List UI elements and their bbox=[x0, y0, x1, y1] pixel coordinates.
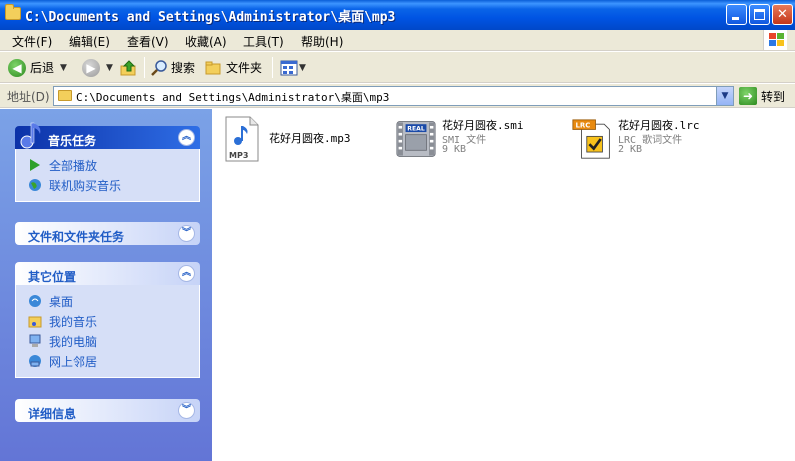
expand-chevron-icon[interactable]: ︾ bbox=[178, 225, 195, 242]
address-value: C:\Documents and Settings\Administrator\… bbox=[76, 91, 390, 104]
title-bar[interactable]: C:\Documents and Settings\Administrator\… bbox=[0, 0, 795, 30]
file-list-area[interactable]: MP3 花好月圆夜.mp3 REAL 花好月圆夜.smi SMI 文件 9 KB… bbox=[212, 109, 795, 461]
svg-text:REAL: REAL bbox=[407, 126, 425, 133]
music-tasks-panel: 音乐任务 ︽ 全部播放 联机购买音乐 bbox=[15, 122, 200, 202]
buy-music-online-label: 联机购买音乐 bbox=[49, 178, 122, 193]
collapse-chevron-icon[interactable]: ︽ bbox=[178, 129, 195, 146]
forward-arrow-icon: ▶ bbox=[82, 58, 100, 77]
menu-favorites[interactable]: 收藏(A) bbox=[185, 33, 227, 50]
menu-edit[interactable]: 编辑(E) bbox=[69, 33, 110, 50]
task-pane: 音乐任务 ︽ 全部播放 联机购买音乐 文件和文件夹任务 ︾ 其它位置 ︽ 桌面 … bbox=[0, 109, 212, 461]
file-item-mp3[interactable]: MP3 花好月圆夜.mp3 bbox=[223, 114, 383, 166]
my-music-label: 我的音乐 bbox=[49, 314, 98, 329]
address-label: 地址(D) bbox=[7, 90, 50, 104]
file-item-smi[interactable]: REAL 花好月圆夜.smi SMI 文件 9 KB bbox=[396, 114, 571, 166]
back-arrow-icon: ◀ bbox=[8, 58, 26, 77]
collapse-chevron-icon[interactable]: ︽ bbox=[178, 265, 195, 282]
minimize-button[interactable] bbox=[726, 4, 747, 25]
lrc-file-icon: LRC bbox=[572, 119, 610, 159]
back-button[interactable]: ◀ 后退 ▼ bbox=[8, 56, 67, 79]
folders-label: 文件夹 bbox=[226, 61, 263, 75]
other-places-panel: 其它位置 ︽ 桌面 我的音乐 我的电脑 网上邻居 bbox=[15, 262, 200, 378]
file-name: 花好月圆夜.mp3 bbox=[269, 132, 351, 145]
desktop-label: 桌面 bbox=[49, 294, 74, 309]
folders-icon bbox=[205, 61, 221, 74]
toolbar: ◀ 后退 ▼ ▶ ▼ 搜索 文件夹 ▼ bbox=[0, 52, 795, 83]
folder-icon bbox=[5, 4, 21, 20]
mp3-file-icon: MP3 bbox=[225, 116, 259, 162]
music-tasks-body: 全部播放 联机购买音乐 bbox=[15, 149, 200, 202]
menu-bar: 文件(F) 编辑(E) 查看(V) 收藏(A) 工具(T) 帮助(H) bbox=[0, 30, 795, 51]
menu-file[interactable]: 文件(F) bbox=[12, 33, 52, 50]
up-folder-button[interactable] bbox=[120, 56, 138, 79]
network-icon bbox=[27, 353, 43, 369]
network-places-link[interactable]: 网上邻居 bbox=[27, 351, 199, 371]
menu-tools[interactable]: 工具(T) bbox=[243, 33, 284, 50]
go-arrow-icon: ➜ bbox=[739, 87, 757, 105]
forward-button[interactable]: ▶ ▼ bbox=[82, 56, 113, 79]
svg-text:LRC: LRC bbox=[575, 122, 590, 130]
views-icon bbox=[280, 60, 298, 75]
close-button[interactable]: ✕ bbox=[772, 4, 793, 25]
folders-button[interactable]: 文件夹 bbox=[205, 56, 262, 79]
file-folder-tasks-panel: 文件和文件夹任务 ︾ bbox=[15, 222, 200, 245]
svg-text:MP3: MP3 bbox=[229, 151, 248, 160]
details-title: 详细信息 bbox=[28, 407, 77, 421]
file-folder-tasks-title: 文件和文件夹任务 bbox=[28, 230, 125, 244]
windows-logo-icon bbox=[763, 30, 787, 50]
real-smi-file-icon: REAL bbox=[396, 121, 436, 157]
details-header[interactable]: 详细信息 ︾ bbox=[15, 399, 200, 422]
search-button[interactable]: 搜索 bbox=[150, 56, 195, 79]
menu-view[interactable]: 查看(V) bbox=[127, 33, 169, 50]
other-places-title: 其它位置 bbox=[28, 270, 77, 284]
desktop-link[interactable]: 桌面 bbox=[27, 291, 199, 311]
maximize-icon bbox=[754, 9, 765, 20]
views-button[interactable]: ▼ bbox=[280, 56, 306, 79]
my-music-link[interactable]: 我的音乐 bbox=[27, 311, 199, 331]
other-places-body: 桌面 我的音乐 我的电脑 网上邻居 bbox=[15, 285, 200, 378]
folder-icon bbox=[58, 90, 72, 101]
minimize-icon bbox=[732, 17, 739, 20]
toolbar-separator bbox=[272, 57, 273, 78]
file-size: 9 KB bbox=[442, 144, 467, 155]
menu-help[interactable]: 帮助(H) bbox=[301, 33, 343, 50]
play-all-link[interactable]: 全部播放 bbox=[27, 155, 199, 175]
up-folder-icon bbox=[120, 59, 136, 75]
go-button[interactable]: ➜ 转到 bbox=[739, 87, 785, 105]
maximize-button[interactable] bbox=[749, 4, 770, 25]
go-label: 转到 bbox=[761, 89, 786, 104]
other-places-header[interactable]: 其它位置 ︽ bbox=[15, 262, 200, 285]
address-bar: 地址(D) C:\Documents and Settings\Administ… bbox=[0, 84, 795, 108]
play-all-label: 全部播放 bbox=[49, 158, 98, 173]
expand-chevron-icon[interactable]: ︾ bbox=[178, 402, 195, 419]
window-title: C:\Documents and Settings\Administrator\… bbox=[25, 10, 396, 25]
buy-music-online-link[interactable]: 联机购买音乐 bbox=[27, 175, 199, 195]
computer-icon bbox=[27, 333, 43, 349]
back-label: 后退 bbox=[30, 61, 55, 75]
dropdown-arrow-icon: ▼ bbox=[299, 62, 306, 73]
search-label: 搜索 bbox=[171, 61, 196, 75]
file-item-lrc[interactable]: LRC 花好月圆夜.lrc LRC 歌词文件 2 KB bbox=[572, 114, 762, 166]
play-icon bbox=[27, 157, 43, 173]
dropdown-arrow-icon[interactable]: ▼ bbox=[60, 63, 67, 73]
my-music-icon bbox=[27, 313, 43, 329]
address-dropdown-icon[interactable]: ▼ bbox=[716, 87, 733, 105]
music-tasks-title: 音乐任务 bbox=[48, 134, 97, 148]
file-folder-tasks-header[interactable]: 文件和文件夹任务 ︾ bbox=[15, 222, 200, 245]
desktop-icon bbox=[27, 293, 43, 309]
search-icon bbox=[151, 59, 167, 76]
details-panel: 详细信息 ︾ bbox=[15, 399, 200, 422]
network-places-label: 网上邻居 bbox=[49, 354, 98, 369]
my-computer-label: 我的电脑 bbox=[49, 334, 98, 349]
globe-icon bbox=[27, 177, 43, 193]
file-size: 2 KB bbox=[618, 144, 643, 155]
music-note-icon bbox=[20, 122, 41, 149]
my-computer-link[interactable]: 我的电脑 bbox=[27, 331, 199, 351]
dropdown-arrow-icon[interactable]: ▼ bbox=[106, 63, 113, 73]
close-icon: ✕ bbox=[777, 7, 788, 22]
toolbar-separator bbox=[144, 57, 145, 78]
address-input[interactable]: C:\Documents and Settings\Administrator\… bbox=[53, 86, 734, 106]
music-tasks-header[interactable]: 音乐任务 ︽ bbox=[15, 122, 200, 149]
